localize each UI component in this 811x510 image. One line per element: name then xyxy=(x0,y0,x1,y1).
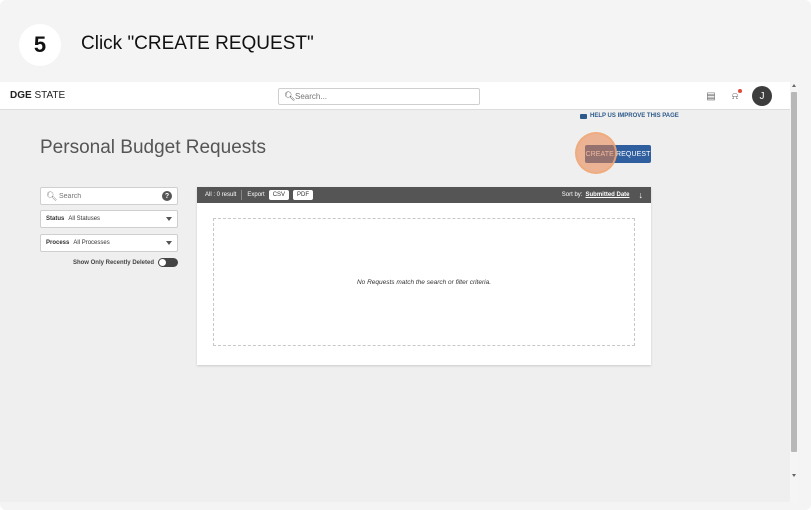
step-number-badge: 5 xyxy=(19,24,61,66)
recently-deleted-row: Show Only Recently Deleted xyxy=(40,258,178,267)
scroll-thumb[interactable] xyxy=(791,92,797,452)
process-value: All Processes xyxy=(73,240,110,246)
results-header: All : 0 result Export CSV PDF Sort by: S… xyxy=(197,187,651,203)
scroll-down-icon[interactable] xyxy=(792,474,796,477)
avatar[interactable]: J xyxy=(752,86,772,106)
top-navbar: DGE STATE 🔍︎ ▤ ⍾ J xyxy=(0,82,790,110)
help-icon[interactable]: ? xyxy=(162,191,172,201)
search-icon: 🔍︎ xyxy=(284,91,296,101)
export-label: Export xyxy=(247,192,265,198)
global-search[interactable]: 🔍︎ xyxy=(278,88,480,105)
process-label: Process xyxy=(46,240,70,246)
scrollbar[interactable] xyxy=(790,82,798,502)
filters-panel: 🔍︎ ? Status All Statuses Process All Pro… xyxy=(40,187,178,267)
bell-icon[interactable]: ⍾ xyxy=(728,89,742,103)
step-instruction: Click "CREATE REQUEST" xyxy=(81,33,314,54)
export-pdf-button[interactable]: PDF xyxy=(293,190,314,200)
export-csv-button[interactable]: CSV xyxy=(268,190,290,200)
recently-deleted-toggle[interactable] xyxy=(158,258,178,267)
create-request-button[interactable]: CREATE REQUEST xyxy=(585,145,651,163)
brand-rest: STATE xyxy=(31,90,66,101)
top-icons: ▤ ⍾ J xyxy=(704,86,772,106)
recently-deleted-label: Show Only Recently Deleted xyxy=(72,259,154,266)
sort-arrow-icon[interactable]: ↓ xyxy=(639,190,644,200)
filter-search[interactable]: 🔍︎ ? xyxy=(40,187,178,205)
brand-logo[interactable]: DGE STATE xyxy=(10,90,65,101)
process-select[interactable]: Process All Processes xyxy=(40,234,178,252)
divider xyxy=(241,190,243,200)
sort-label: Sort by: xyxy=(561,192,583,198)
result-count: All : 0 result xyxy=(205,192,237,198)
filter-search-input[interactable] xyxy=(59,191,149,202)
help-improve-label: HELP US IMPROVE THIS PAGE xyxy=(590,113,679,119)
status-select[interactable]: Status All Statuses xyxy=(40,210,178,228)
scroll-up-icon[interactable] xyxy=(792,84,796,87)
status-label: Status xyxy=(46,216,65,222)
sort-control[interactable]: Sort by: Submitted Date ↓ xyxy=(562,190,643,200)
help-improve-link[interactable]: HELP US IMPROVE THIS PAGE xyxy=(580,113,679,119)
chevron-down-icon xyxy=(166,217,172,221)
search-icon: 🔍︎ xyxy=(46,191,58,201)
page-title: Personal Budget Requests xyxy=(40,137,267,158)
brand-bold: DGE xyxy=(10,90,32,101)
archive-icon[interactable]: ▤ xyxy=(704,89,718,103)
empty-state: No Requests match the search or filter c… xyxy=(213,218,635,346)
status-value: All Statuses xyxy=(68,216,101,222)
chevron-down-icon xyxy=(166,241,172,245)
app-screenshot: DGE STATE 🔍︎ ▤ ⍾ J HELP US IMPROVE THIS … xyxy=(0,82,790,502)
tutorial-card: 5 Click "CREATE REQUEST" DGE STATE 🔍︎ ▤ … xyxy=(0,0,811,510)
results-panel: All : 0 result Export CSV PDF Sort by: S… xyxy=(197,187,651,365)
global-search-input[interactable] xyxy=(295,90,475,103)
feedback-icon xyxy=(580,113,587,119)
sort-value[interactable]: Submitted Date xyxy=(585,192,629,198)
